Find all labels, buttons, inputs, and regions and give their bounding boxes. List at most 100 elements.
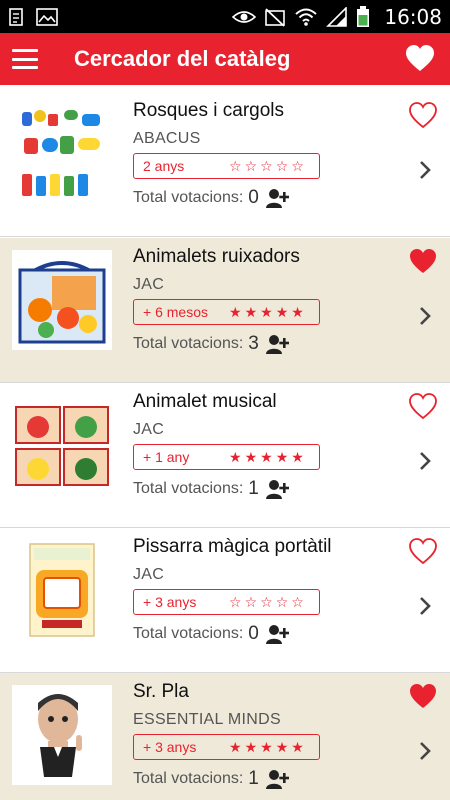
status-bar: 16:08 — [0, 0, 450, 33]
star-filled-icon: ★ — [275, 738, 289, 755]
age-rating-badge[interactable]: + 3 anys ★ ★ ★ ★ ★ — [133, 734, 320, 760]
item-title: Animalet musical — [133, 391, 277, 412]
add-user-icon[interactable] — [265, 334, 289, 354]
chevron-right-icon[interactable] — [418, 159, 432, 181]
item-brand: JAC — [133, 566, 165, 583]
chevron-right-icon[interactable] — [418, 595, 432, 617]
star-outline-icon: ☆ — [291, 593, 304, 610]
star-filled-icon: ★ — [244, 303, 258, 320]
add-user-icon[interactable] — [265, 479, 289, 499]
star-rating: ☆ ☆ ☆ ☆ ☆ — [229, 594, 304, 611]
votes-label: Total votacions: — [133, 335, 244, 352]
product-image — [12, 250, 112, 350]
product-image — [12, 540, 112, 640]
product-image — [12, 685, 112, 785]
heart-filled-icon[interactable] — [408, 682, 438, 710]
star-filled-icon: ★ — [244, 448, 258, 465]
star-outline-icon: ☆ — [260, 593, 273, 610]
wifi-icon — [295, 8, 318, 26]
page-title: Cercador del catàleg — [74, 46, 291, 71]
age-rating-badge[interactable]: + 6 mesos ★ ★ ★ ★ ★ — [133, 299, 320, 325]
item-brand: JAC — [133, 421, 165, 438]
star-outline-icon: ☆ — [291, 157, 304, 174]
no-signal-icon — [265, 7, 286, 27]
star-filled-icon: ★ — [291, 448, 304, 465]
item-brand: ESSENTIAL MINDS — [133, 711, 281, 728]
list-item[interactable]: Animalet musical JAC + 1 any ★ ★ ★ ★ ★ Total… — [0, 383, 450, 528]
star-filled-icon: ★ — [229, 303, 242, 320]
star-rating: ★ ★ ★ ★ ★ — [229, 304, 304, 321]
star-rating: ☆ ☆ ☆ ☆ ☆ — [229, 158, 304, 175]
add-user-icon[interactable] — [265, 769, 289, 789]
star-filled-icon: ★ — [229, 738, 242, 755]
heart-filled-icon[interactable] — [408, 247, 438, 275]
list-item[interactable]: Rosques i cargols ABACUS 2 anys ☆ ☆ ☆ ☆ ☆ To… — [0, 92, 450, 237]
list-item[interactable]: Sr. Pla ESSENTIAL MINDS + 3 anys ★ ★ ★ ★ ★ T… — [0, 673, 450, 800]
votes-label: Total votacions: — [133, 480, 244, 497]
votes-row: Total votacions: 1 — [133, 478, 289, 500]
item-title: Sr. Pla — [133, 681, 189, 702]
star-filled-icon: ★ — [275, 448, 289, 465]
age-label: + 3 anys — [143, 594, 197, 610]
age-rating-badge[interactable]: + 1 any ★ ★ ★ ★ ★ — [133, 444, 320, 470]
signal-icon — [326, 6, 348, 27]
item-title: Animalets ruixadors — [133, 246, 300, 267]
chevron-right-icon[interactable] — [418, 305, 432, 327]
item-title: Pissarra màgica portàtil — [133, 536, 332, 557]
app-bar: Cercador del catàleg — [0, 33, 450, 85]
votes-row: Total votacions: 0 — [133, 623, 289, 645]
votes-row: Total votacions: 0 — [133, 187, 289, 209]
age-label: + 1 any — [143, 449, 190, 465]
star-filled-icon: ★ — [291, 303, 304, 320]
votes-count: 0 — [248, 623, 259, 644]
age-label: + 6 mesos — [143, 304, 208, 320]
favorites-heart-icon[interactable] — [404, 43, 436, 75]
chevron-right-icon[interactable] — [418, 740, 432, 762]
star-filled-icon: ★ — [260, 448, 273, 465]
age-label: 2 anys — [143, 158, 185, 174]
star-rating: ★ ★ ★ ★ ★ — [229, 449, 304, 466]
list-item[interactable]: Animalets ruixadors JAC + 6 mesos ★ ★ ★ ★ ★ … — [0, 238, 450, 383]
star-outline-icon: ☆ — [244, 593, 258, 610]
product-image — [12, 395, 112, 495]
votes-row: Total votacions: 3 — [133, 333, 289, 355]
item-brand: ABACUS — [133, 130, 201, 147]
add-user-icon[interactable] — [265, 624, 289, 644]
star-outline-icon: ☆ — [229, 593, 242, 610]
product-image — [12, 104, 112, 204]
star-filled-icon: ★ — [260, 303, 273, 320]
votes-count: 1 — [248, 478, 259, 499]
votes-label: Total votacions: — [133, 189, 244, 206]
star-outline-icon: ☆ — [229, 157, 242, 174]
add-user-icon[interactable] — [265, 188, 289, 208]
star-filled-icon: ★ — [291, 738, 304, 755]
star-outline-icon: ☆ — [260, 157, 273, 174]
votes-label: Total votacions: — [133, 625, 244, 642]
age-label: + 3 anys — [143, 739, 197, 755]
hamburger-menu-icon[interactable] — [12, 49, 38, 69]
eye-icon — [232, 10, 257, 23]
list-item[interactable]: Pissarra màgica portàtil JAC + 3 anys ☆ ☆… — [0, 528, 450, 673]
battery-icon — [357, 5, 370, 27]
star-outline-icon: ☆ — [244, 157, 258, 174]
chevron-right-icon[interactable] — [418, 450, 432, 472]
catalog-list: Rosques i cargols ABACUS 2 anys ☆ ☆ ☆ ☆ ☆ To… — [0, 85, 450, 800]
age-rating-badge[interactable]: + 3 anys ☆ ☆ ☆ ☆ ☆ — [133, 589, 320, 615]
clock: 16:08 — [384, 4, 442, 29]
votes-count: 3 — [248, 333, 259, 354]
heart-outline-icon[interactable] — [408, 392, 438, 420]
notes-icon — [9, 7, 23, 26]
age-rating-badge[interactable]: 2 anys ☆ ☆ ☆ ☆ ☆ — [133, 153, 320, 179]
star-rating: ★ ★ ★ ★ ★ — [229, 739, 304, 756]
star-outline-icon: ☆ — [275, 157, 289, 174]
star-filled-icon: ★ — [229, 448, 242, 465]
item-brand: JAC — [133, 276, 165, 293]
heart-outline-icon[interactable] — [408, 537, 438, 565]
votes-count: 1 — [248, 768, 259, 789]
votes-row: Total votacions: 1 — [133, 768, 289, 790]
image-icon — [36, 7, 58, 26]
star-filled-icon: ★ — [260, 738, 273, 755]
star-filled-icon: ★ — [244, 738, 258, 755]
item-title: Rosques i cargols — [133, 100, 285, 121]
heart-outline-icon[interactable] — [408, 101, 438, 129]
